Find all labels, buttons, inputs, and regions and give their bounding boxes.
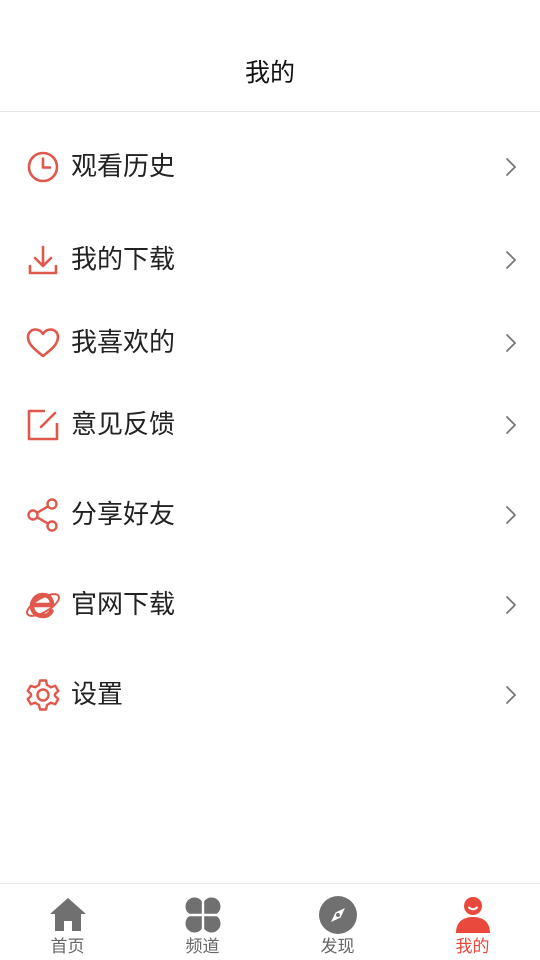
menu-item-feedback[interactable]: 意见反馈 — [0, 387, 540, 463]
chevron-right-icon — [504, 504, 518, 526]
tab-channels[interactable]: 频道 — [135, 884, 270, 960]
chevron-right-icon — [504, 249, 518, 271]
chevron-right-icon — [504, 594, 518, 616]
chevron-right-icon — [504, 684, 518, 706]
menu-item-label: 设置 — [71, 680, 124, 710]
menu-item-settings[interactable]: 设置 — [0, 657, 540, 733]
tab-label: 发现 — [320, 937, 355, 957]
tab-mine[interactable]: 我的 — [405, 884, 540, 960]
menu-item-my-downloads[interactable]: 我的下载 — [0, 222, 540, 298]
menu-item-label: 官网下载 — [71, 590, 176, 620]
gear-icon — [24, 676, 62, 714]
menu-item-favorites[interactable]: 我喜欢的 — [0, 305, 540, 381]
menu-item-label: 我喜欢的 — [71, 328, 176, 358]
user-icon — [453, 895, 493, 935]
tab-home[interactable]: 首页 — [0, 884, 135, 960]
download-icon — [24, 241, 62, 279]
menu-item-label: 分享好友 — [71, 500, 176, 530]
menu-item-label: 观看历史 — [71, 152, 176, 182]
menu-item-official-download[interactable]: 官网下载 — [0, 567, 540, 643]
chevron-right-icon — [504, 156, 518, 178]
bottom-tab-bar: 首页 频道 发现 我的 — [0, 883, 540, 960]
tab-discover[interactable]: 发现 — [270, 884, 405, 960]
chevron-right-icon — [504, 332, 518, 354]
menu-item-label: 我的下载 — [71, 245, 176, 275]
tab-label: 首页 — [50, 937, 85, 957]
ie-browser-icon — [24, 586, 62, 624]
compass-icon — [318, 895, 358, 935]
menu-item-share-friends[interactable]: 分享好友 — [0, 477, 540, 553]
four-petal-icon — [183, 895, 223, 935]
page-title: 我的 — [244, 58, 295, 87]
tab-label: 我的 — [455, 937, 490, 957]
menu-item-watch-history[interactable]: 观看历史 — [0, 129, 540, 205]
header: 我的 — [0, 0, 540, 112]
home-icon — [48, 895, 88, 935]
share-icon — [24, 496, 62, 534]
chevron-right-icon — [504, 414, 518, 436]
feedback-edit-icon — [24, 406, 62, 444]
menu-item-label: 意见反馈 — [71, 410, 176, 440]
tab-label: 频道 — [185, 937, 220, 957]
heart-icon — [24, 324, 62, 362]
clock-icon — [24, 148, 62, 186]
